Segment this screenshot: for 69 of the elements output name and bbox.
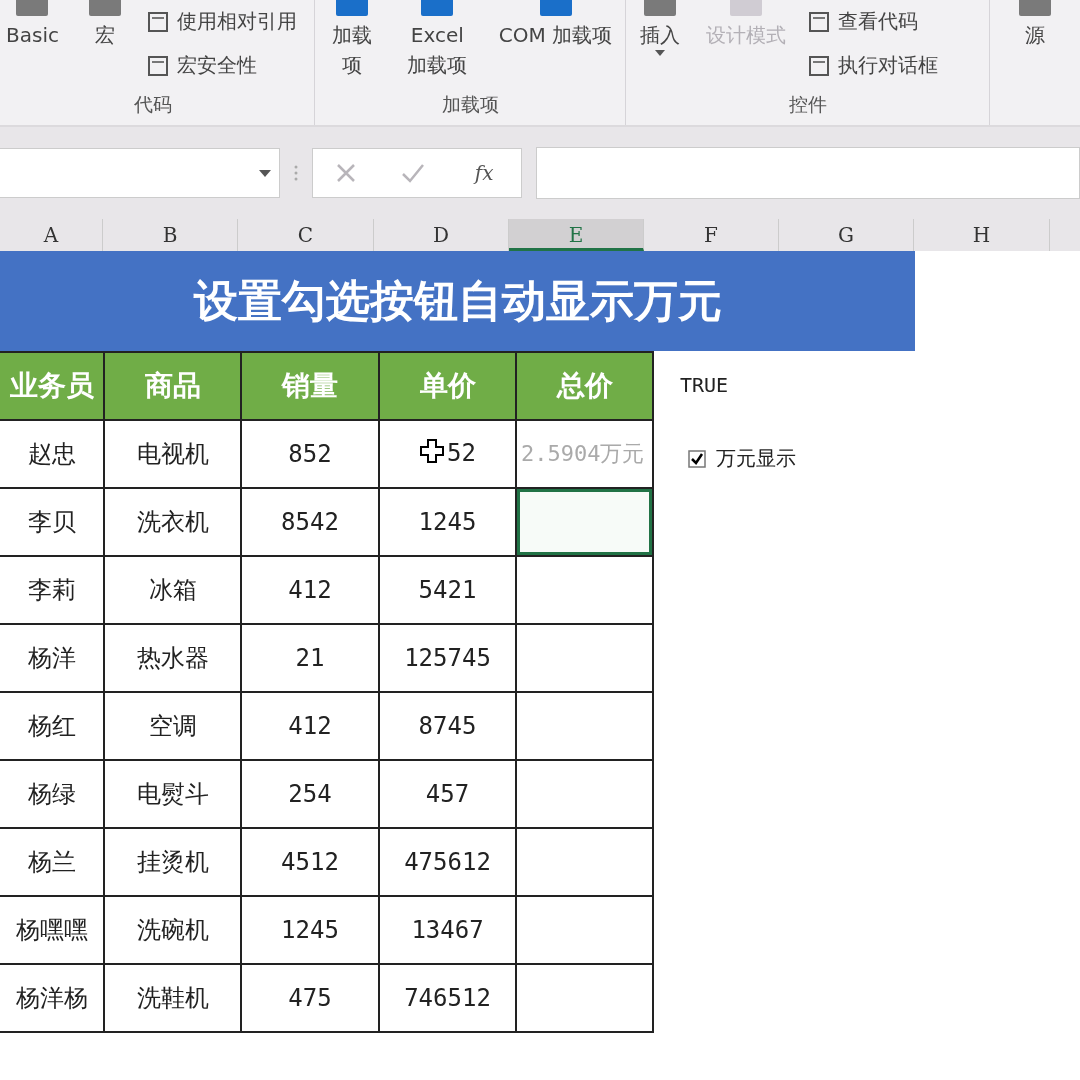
column-header[interactable]: H — [914, 219, 1050, 251]
table-cell: 52 — [379, 420, 516, 488]
ribbon-button[interactable]: 插入 — [636, 0, 684, 56]
table-cell: 洗碗机 — [104, 896, 241, 964]
group-label: 加载项 — [440, 92, 500, 117]
header-cell: 销量 — [241, 352, 379, 420]
ribbon-button[interactable]: 执行对话框 — [808, 52, 938, 79]
formula-field[interactable] — [536, 147, 1080, 199]
table-cell: 电熨斗 — [104, 760, 241, 828]
cursor-icon — [419, 438, 446, 464]
table-cell: 457 — [379, 760, 516, 828]
ribbon-button[interactable]: COM 加载项 — [494, 0, 617, 50]
table-cell: 4512 — [241, 828, 379, 896]
table-cell: 254 — [241, 760, 379, 828]
check-icon[interactable] — [399, 162, 426, 184]
ribbon-button[interactable]: 宏安全性 — [146, 52, 297, 79]
group-label: 代码 — [133, 92, 173, 117]
table-cell: 杨绿 — [0, 760, 104, 828]
table-cell: 746512 — [379, 964, 516, 1032]
ribbon-button[interactable]: 加载项 — [323, 0, 380, 80]
table-cell: 412 — [241, 692, 379, 760]
dropdown-icon — [259, 169, 271, 177]
table-cell: 杨兰 — [0, 828, 104, 896]
header-cell: 商品 — [104, 352, 241, 420]
ribbon-button[interactable]: 使用相对引用 — [146, 8, 297, 35]
table-cell: 李莉 — [0, 556, 104, 624]
group-label: 控件 — [787, 92, 828, 117]
sheet-title: 设置勾选按钮自动显示万元 — [0, 251, 915, 351]
name-box[interactable] — [0, 148, 280, 198]
table-cell: 杨红 — [0, 692, 104, 760]
table-cell: 冰箱 — [104, 556, 241, 624]
table-cell: 赵忠 — [0, 420, 104, 488]
table-cell: 8542 — [241, 488, 379, 556]
table-cell: 李贝 — [0, 488, 104, 556]
header-cell: 单价 — [379, 352, 516, 420]
table-cell: 电视机 — [104, 420, 241, 488]
table-cell: 1245 — [241, 896, 379, 964]
header-cell: 业务员 — [0, 352, 104, 420]
linked-cell-value: TRUE — [680, 373, 730, 397]
function-button[interactable]: fx — [468, 160, 500, 186]
column-header[interactable]: E — [509, 219, 644, 251]
ribbon-button[interactable]: 宏 — [80, 0, 129, 50]
header-cell: 总价 — [516, 352, 653, 420]
table-cell: 杨洋杨 — [0, 964, 104, 1032]
table-cell: 475612 — [379, 828, 516, 896]
table-cell: 21 — [241, 624, 379, 692]
table-cell: 热水器 — [104, 624, 241, 692]
table-cell: 挂烫机 — [104, 828, 241, 896]
ribbon-button[interactable]: 查看代码 — [808, 8, 938, 35]
table-cell: 13467 — [379, 896, 516, 964]
caret-icon — [655, 50, 665, 56]
table-cell: 杨嘿嘿 — [0, 896, 104, 964]
table-cell: 412 — [241, 556, 379, 624]
close-icon[interactable] — [334, 162, 357, 184]
ribbon-button[interactable]: 源 — [1011, 0, 1059, 50]
checkbox[interactable]: 万元显示 — [688, 445, 796, 472]
table-cell: 空调 — [104, 692, 241, 760]
table-cell: 洗衣机 — [104, 488, 241, 556]
table-cell: 475 — [241, 964, 379, 1032]
table-cell: 5421 — [379, 556, 516, 624]
table-cell: 杨洋 — [0, 624, 104, 692]
table-cell: 8745 — [379, 692, 516, 760]
ribbon-button[interactable]: Excel 加载项 — [397, 0, 478, 80]
checkbox-box[interactable] — [688, 449, 706, 468]
table-cell: 洗鞋机 — [104, 964, 241, 1032]
table-cell: 852 — [241, 420, 379, 488]
grip-icon[interactable] — [294, 165, 298, 181]
table-cell: 125745 — [379, 624, 516, 692]
ribbon-button[interactable]: Basic — [2, 0, 63, 50]
